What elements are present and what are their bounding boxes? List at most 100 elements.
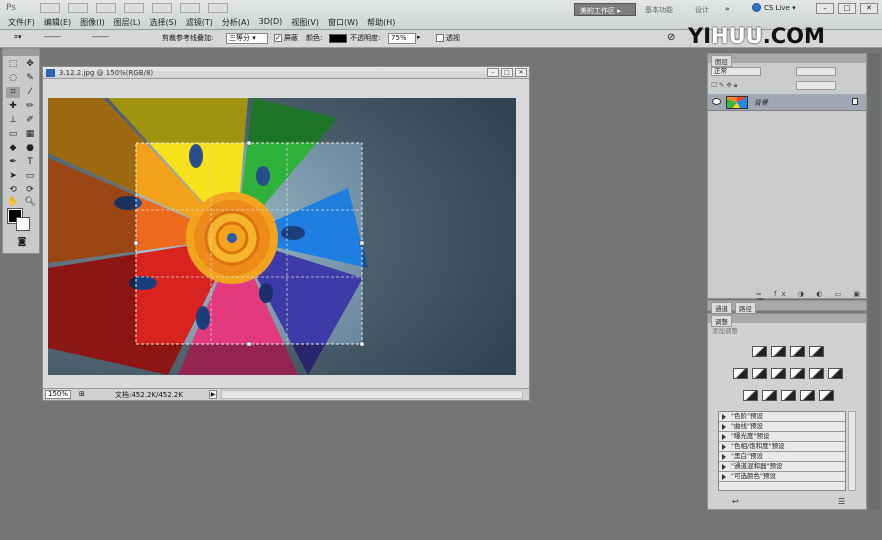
workspace-design[interactable]: 设计 [690,3,714,16]
perspective-checkbox[interactable]: 透视 [436,33,460,43]
crop-tool-icon-active[interactable]: ⌗ [6,87,20,98]
cs-live-button[interactable]: CS Live ▾ [752,3,796,12]
menu-analysis[interactable]: 分析(A) [222,17,250,28]
menu-3d[interactable]: 3D(D) [259,17,283,28]
doc-close-button[interactable]: ✕ [515,68,527,77]
layer-row-background[interactable]: 背景 [708,94,866,111]
status-icon[interactable]: ⊞ [79,390,85,398]
gradient-tool-icon[interactable]: ▦ [23,129,37,140]
history-brush-tool-icon[interactable]: ✐ [23,115,37,126]
eye-icon[interactable] [712,98,721,105]
posterize-icon[interactable] [761,390,777,401]
cs-live-icon [752,3,761,12]
menu-view[interactable]: 视图(V) [291,17,319,28]
crop-tool-icon[interactable]: ⌗▾ [14,33,21,42]
menu-help[interactable]: 帮助(H) [367,17,395,28]
workspace-essentials[interactable]: 基本功能 [640,3,684,16]
quick-select-tool-icon[interactable]: ✎ [23,73,37,84]
image-canvas[interactable] [48,98,516,375]
threshold-icon[interactable] [780,390,796,401]
shape-tool-icon[interactable]: ▭ [23,171,37,182]
doc-maximize-button[interactable]: □ [501,68,513,77]
minibridge-icon[interactable] [68,3,88,13]
workspace-custom[interactable]: 美的工作区 ▸ [574,3,636,16]
status-menu-button[interactable]: ▶ [209,390,217,399]
menu-file[interactable]: 文件(F) [8,17,35,28]
curves-icon[interactable] [790,346,805,357]
vibrance-icon[interactable] [733,368,748,379]
preset-curves[interactable]: "曲线"预设 [719,422,845,432]
preset-hue-saturation[interactable]: "色相/饱和度"预设 [719,442,845,452]
photo-filter-icon[interactable] [809,368,824,379]
exposure-icon[interactable] [809,346,824,357]
minimize-button[interactable]: – [816,3,834,14]
cancel-crop-icon[interactable]: ⊘ [667,32,675,43]
view-extras-icon[interactable] [96,3,116,13]
workspace-more[interactable]: » [720,3,740,16]
zoom-level-field[interactable]: 150% [45,390,71,399]
fill-select[interactable] [796,81,836,90]
menu-image[interactable]: 图像(I) [80,17,105,28]
menu-filter[interactable]: 滤镜(T) [186,17,213,28]
marquee-tool-icon[interactable]: ⬚ [6,59,20,70]
menu-layer[interactable]: 图层(L) [114,17,141,28]
shield-color-swatch[interactable] [329,34,347,43]
opacity-select[interactable] [796,67,836,76]
move-tool-icon[interactable]: ✥ [23,59,37,70]
menu-select[interactable]: 选择(S) [149,17,176,28]
eraser-tool-icon[interactable]: ▭ [6,129,20,140]
tools-panel-grip[interactable] [3,49,39,56]
opacity-field[interactable]: 75% [388,33,416,44]
preset-selective-color[interactable]: "可选颜色"预设 [719,472,845,482]
doc-minimize-button[interactable]: – [487,68,499,77]
brush-tool-icon[interactable]: ✏ [23,101,37,112]
tab-layers[interactable]: 图层 [711,55,732,67]
close-button[interactable]: ✕ [860,3,878,14]
color-balance-icon[interactable] [771,368,786,379]
healing-tool-icon[interactable]: ✚ [6,101,20,112]
3d-orbit-tool-icon[interactable]: ⟳ [23,185,37,196]
hand-tool-icon[interactable]: ✋ [6,197,20,208]
levels-icon[interactable] [771,346,786,357]
eyedropper-tool-icon[interactable]: ⁄ [23,87,37,98]
3d-rotate-tool-icon[interactable]: ⟲ [6,185,20,196]
shield-checkbox[interactable]: ✓ 屏蔽 [274,33,298,43]
lasso-tool-icon[interactable]: ◌ [6,73,20,84]
quick-mask-icon[interactable]: ◙ [15,237,29,248]
blur-tool-icon[interactable]: ◆ [6,143,20,154]
dodge-tool-icon[interactable]: ● [23,143,37,154]
invert-icon[interactable] [742,390,758,401]
menu-edit[interactable]: 编辑(E) [44,17,71,28]
preset-levels[interactable]: "色阶"预设 [719,412,845,422]
hand-icon[interactable] [152,3,172,13]
hue-saturation-icon[interactable] [752,368,767,379]
selective-color-icon[interactable] [818,390,834,401]
background-color-swatch[interactable] [16,217,30,231]
horizontal-scrollbar[interactable] [221,390,523,399]
channel-mixer-icon[interactable] [828,368,843,379]
arrange-documents-icon[interactable] [180,3,200,13]
crop-guide-select[interactable]: 三等分 ▾ [226,33,268,44]
blend-mode-select[interactable]: 正常 [711,67,761,76]
adjustment-options-icon[interactable]: ☰ [838,497,845,506]
menu-window[interactable]: 窗口(W) [328,17,358,28]
path-select-tool-icon[interactable]: ➤ [6,171,20,182]
presets-scrollbar[interactable] [848,411,856,491]
screen-mode-icon[interactable] [208,3,228,13]
preset-exposure[interactable]: "曝光度"预设 [719,432,845,442]
preset-channel-mixer[interactable]: "通道混和器"预设 [719,462,845,472]
brightness-contrast-icon[interactable] [752,346,767,357]
document-titlebar[interactable]: 3.12.2.jpg @ 150%(RGB/8) – □ ✕ [43,67,529,79]
gradient-map-icon[interactable] [799,390,815,401]
bridge-icon[interactable] [40,3,60,13]
maximize-button[interactable]: □ [838,3,856,14]
preset-black-white[interactable]: "黑白"预设 [719,452,845,462]
type-tool-icon[interactable]: T [23,157,37,168]
stamp-tool-icon[interactable]: ⊥ [6,115,20,126]
black-white-icon[interactable] [790,368,805,379]
opacity-slider-toggle[interactable]: ▸ [417,33,421,41]
zoom-level-icon[interactable] [124,3,144,13]
pen-tool-icon[interactable]: ✒ [6,157,20,168]
zoom-tool-icon[interactable]: 🔍︎ [23,197,37,208]
return-icon[interactable]: ↩︎ [732,497,739,506]
